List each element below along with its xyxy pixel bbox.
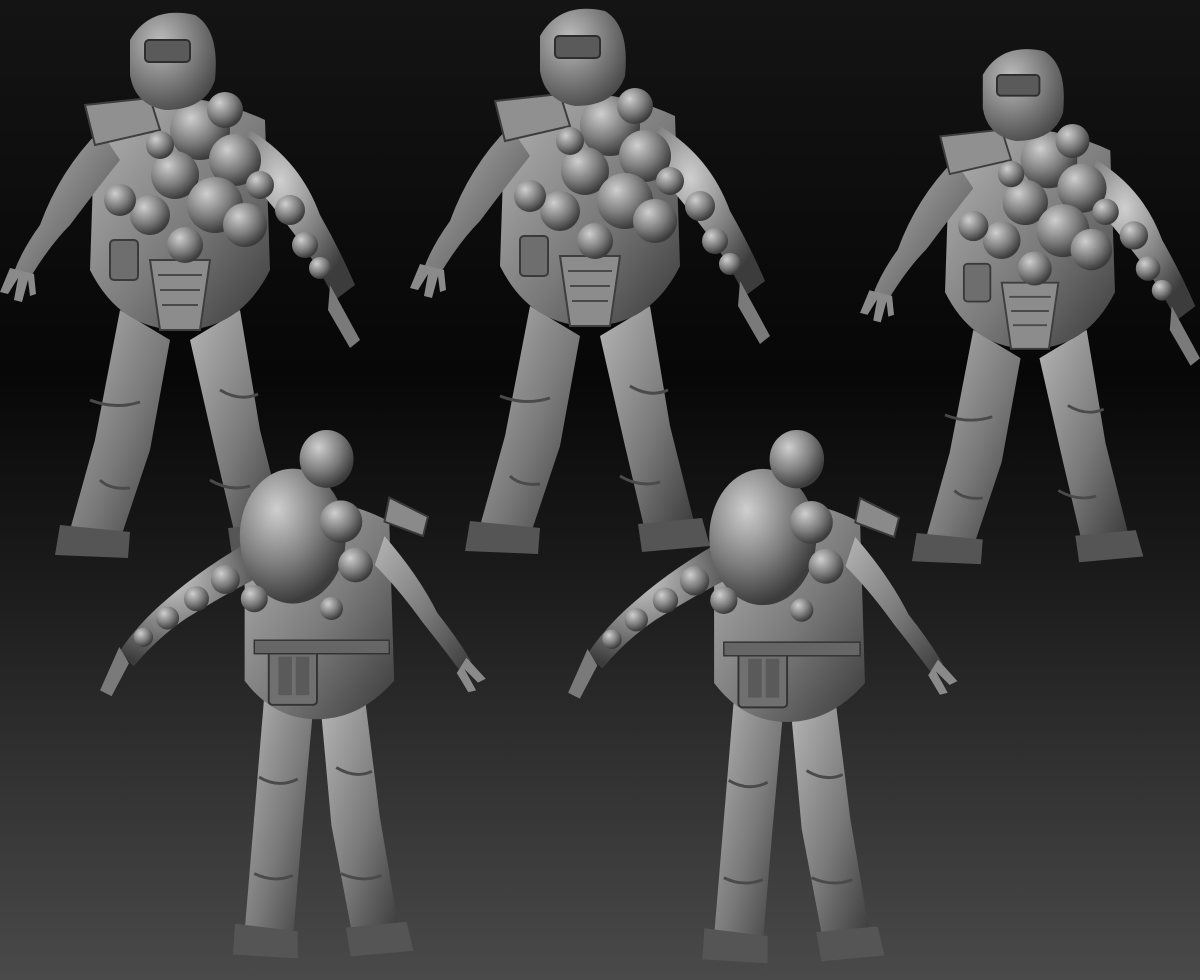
figure-view-back-left <box>98 430 488 960</box>
figure-view-front-right <box>860 47 1200 566</box>
figure-view-front-center <box>408 6 772 557</box>
figure-view-back-right <box>566 430 960 966</box>
render-viewport <box>0 0 1200 980</box>
